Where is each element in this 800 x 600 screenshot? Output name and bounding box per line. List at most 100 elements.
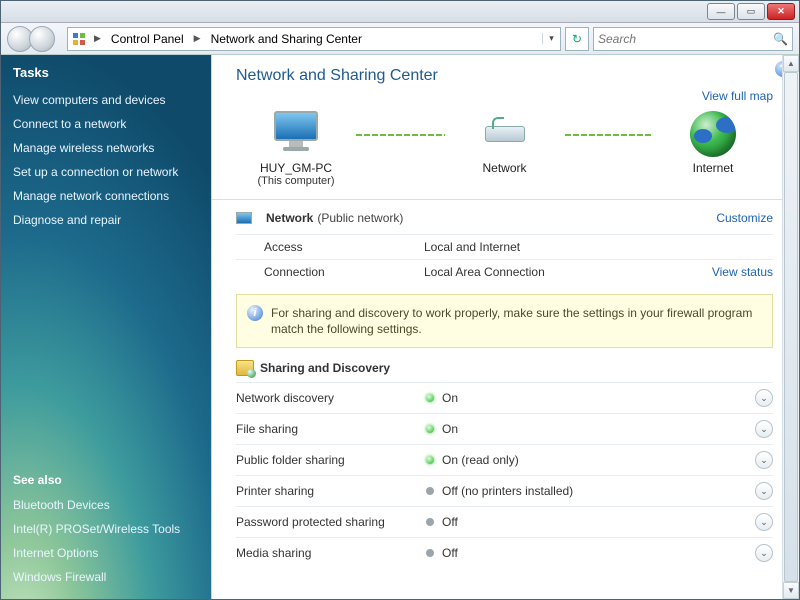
- sidebar-link-connect-network[interactable]: Connect to a network: [13, 112, 203, 136]
- sharing-row-label: Password protected sharing: [236, 515, 426, 529]
- connection-line: [565, 134, 654, 136]
- refresh-button[interactable]: ↻: [565, 27, 589, 51]
- chevron-right-icon: ▶: [90, 33, 105, 44]
- sharing-row: Printer sharingOff (no printers installe…: [236, 475, 773, 506]
- internet-label: Internet: [653, 161, 773, 175]
- sharing-section: Sharing and Discovery Network discovery O…: [236, 360, 773, 568]
- forward-button[interactable]: [29, 26, 55, 52]
- customize-link[interactable]: Customize: [716, 211, 773, 225]
- expand-button[interactable]: ⌄: [755, 451, 773, 469]
- network-name: Network: [266, 211, 313, 225]
- network-map: HUY_GM-PC (This computer) Network Intern…: [236, 111, 773, 187]
- network-header: Network (Public network) Customize: [236, 200, 773, 234]
- expand-button[interactable]: ⌄: [755, 420, 773, 438]
- sharing-row-value: On: [442, 422, 755, 436]
- expand-button[interactable]: ⌄: [755, 389, 773, 407]
- status-dot-off: [426, 549, 434, 557]
- main-pane: ? Network and Sharing Center View full m…: [211, 55, 799, 599]
- connection-line: [356, 134, 445, 136]
- address-bar: ▶ Control Panel ▶ Network and Sharing Ce…: [1, 23, 799, 55]
- sharing-row-value: Off: [442, 546, 755, 560]
- tasks-heading: Tasks: [13, 65, 203, 80]
- search-input[interactable]: [598, 32, 773, 46]
- map-node-network: Network: [445, 111, 565, 187]
- page-title: Network and Sharing Center: [236, 67, 773, 85]
- search-box[interactable]: 🔍: [593, 27, 793, 51]
- computer-icon: [268, 111, 324, 157]
- sharing-heading: Sharing and Discovery: [236, 360, 773, 382]
- tasks-sidebar: Tasks View computers and devices Connect…: [1, 55, 211, 599]
- view-full-map-link[interactable]: View full map: [702, 89, 773, 103]
- status-dot-on: [426, 425, 434, 433]
- search-icon: 🔍: [773, 32, 788, 46]
- sharing-row-label: Media sharing: [236, 546, 426, 560]
- connection-value: Local Area Connection: [424, 265, 712, 279]
- info-icon: i: [247, 305, 263, 321]
- address-dropdown[interactable]: ▾: [542, 33, 560, 44]
- status-dot-off: [426, 487, 434, 495]
- sharing-row-label: Network discovery: [236, 391, 426, 405]
- window-frame: — ▭ ✕ ▶ Control Panel ▶ Network and Shar…: [0, 0, 800, 600]
- sharing-row: Password protected sharing Off⌄: [236, 506, 773, 537]
- seealso-windows-firewall[interactable]: Windows Firewall: [13, 565, 203, 589]
- status-dot-on: [426, 456, 434, 464]
- expand-button[interactable]: ⌄: [755, 482, 773, 500]
- network-type: (Public network): [317, 211, 403, 225]
- network-icon: [236, 208, 260, 228]
- router-icon: [477, 111, 533, 157]
- sidebar-link-diagnose-repair[interactable]: Diagnose and repair: [13, 208, 203, 232]
- maximize-button[interactable]: ▭: [737, 3, 765, 20]
- sharing-row: Public folder sharing On (read only)⌄: [236, 444, 773, 475]
- sharing-row-label: Public folder sharing: [236, 453, 426, 467]
- sidebar-link-setup-connection[interactable]: Set up a connection or network: [13, 160, 203, 184]
- scrollbar-thumb[interactable]: [784, 72, 798, 582]
- nav-back-forward[interactable]: [7, 26, 63, 52]
- breadcrumb-control-panel[interactable]: Control Panel: [105, 28, 190, 50]
- minimize-button[interactable]: —: [707, 3, 735, 20]
- sharing-row: Media sharing Off⌄: [236, 537, 773, 568]
- this-pc-name: HUY_GM-PC: [236, 161, 356, 175]
- sharing-row: File sharing On⌄: [236, 413, 773, 444]
- view-status-link[interactable]: View status: [712, 265, 773, 279]
- status-dot-on: [426, 394, 434, 402]
- scroll-up-button[interactable]: ▲: [783, 55, 799, 72]
- sharing-row: Network discovery On⌄: [236, 382, 773, 413]
- status-dot-off: [426, 518, 434, 526]
- this-pc-sub: (This computer): [236, 175, 356, 187]
- globe-icon: [690, 111, 736, 157]
- seealso-internet-options[interactable]: Internet Options: [13, 541, 203, 565]
- scrollbar[interactable]: ▲ ▼: [782, 55, 799, 599]
- sharing-icon: [236, 360, 254, 376]
- expand-button[interactable]: ⌄: [755, 544, 773, 562]
- breadcrumb-current[interactable]: Network and Sharing Center: [205, 28, 368, 50]
- scroll-down-button[interactable]: ▼: [783, 582, 799, 599]
- control-panel-icon: [68, 32, 90, 46]
- map-node-this-pc: HUY_GM-PC (This computer): [236, 111, 356, 187]
- network-label: Network: [445, 161, 565, 175]
- seealso-heading: See also: [13, 473, 203, 487]
- close-button[interactable]: ✕: [767, 3, 795, 20]
- seealso-intel-proset[interactable]: Intel(R) PROSet/Wireless Tools: [13, 517, 203, 541]
- access-label: Access: [264, 240, 424, 254]
- row-access: Access Local and Internet: [236, 234, 773, 259]
- firewall-info: i For sharing and discovery to work prop…: [236, 294, 773, 348]
- sidebar-link-manage-connections[interactable]: Manage network connections: [13, 184, 203, 208]
- map-node-internet: Internet: [653, 111, 773, 187]
- seealso-bluetooth[interactable]: Bluetooth Devices: [13, 493, 203, 517]
- connection-label: Connection: [264, 265, 424, 279]
- expand-button[interactable]: ⌄: [755, 513, 773, 531]
- titlebar: — ▭ ✕: [1, 1, 799, 23]
- refresh-icon: ↻: [572, 32, 582, 46]
- firewall-info-text: For sharing and discovery to work proper…: [271, 306, 752, 336]
- sidebar-link-manage-wireless[interactable]: Manage wireless networks: [13, 136, 203, 160]
- breadcrumb-bar[interactable]: ▶ Control Panel ▶ Network and Sharing Ce…: [67, 27, 561, 51]
- sidebar-link-view-computers[interactable]: View computers and devices: [13, 88, 203, 112]
- sharing-row-label: File sharing: [236, 422, 426, 436]
- sharing-row-value: On: [442, 391, 755, 405]
- row-connection: Connection Local Area Connection View st…: [236, 259, 773, 284]
- sharing-row-value: Off (no printers installed): [442, 484, 755, 498]
- chevron-right-icon: ▶: [190, 33, 205, 44]
- access-value: Local and Internet: [424, 240, 773, 254]
- sharing-row-value: On (read only): [442, 453, 755, 467]
- sharing-row-value: Off: [442, 515, 755, 529]
